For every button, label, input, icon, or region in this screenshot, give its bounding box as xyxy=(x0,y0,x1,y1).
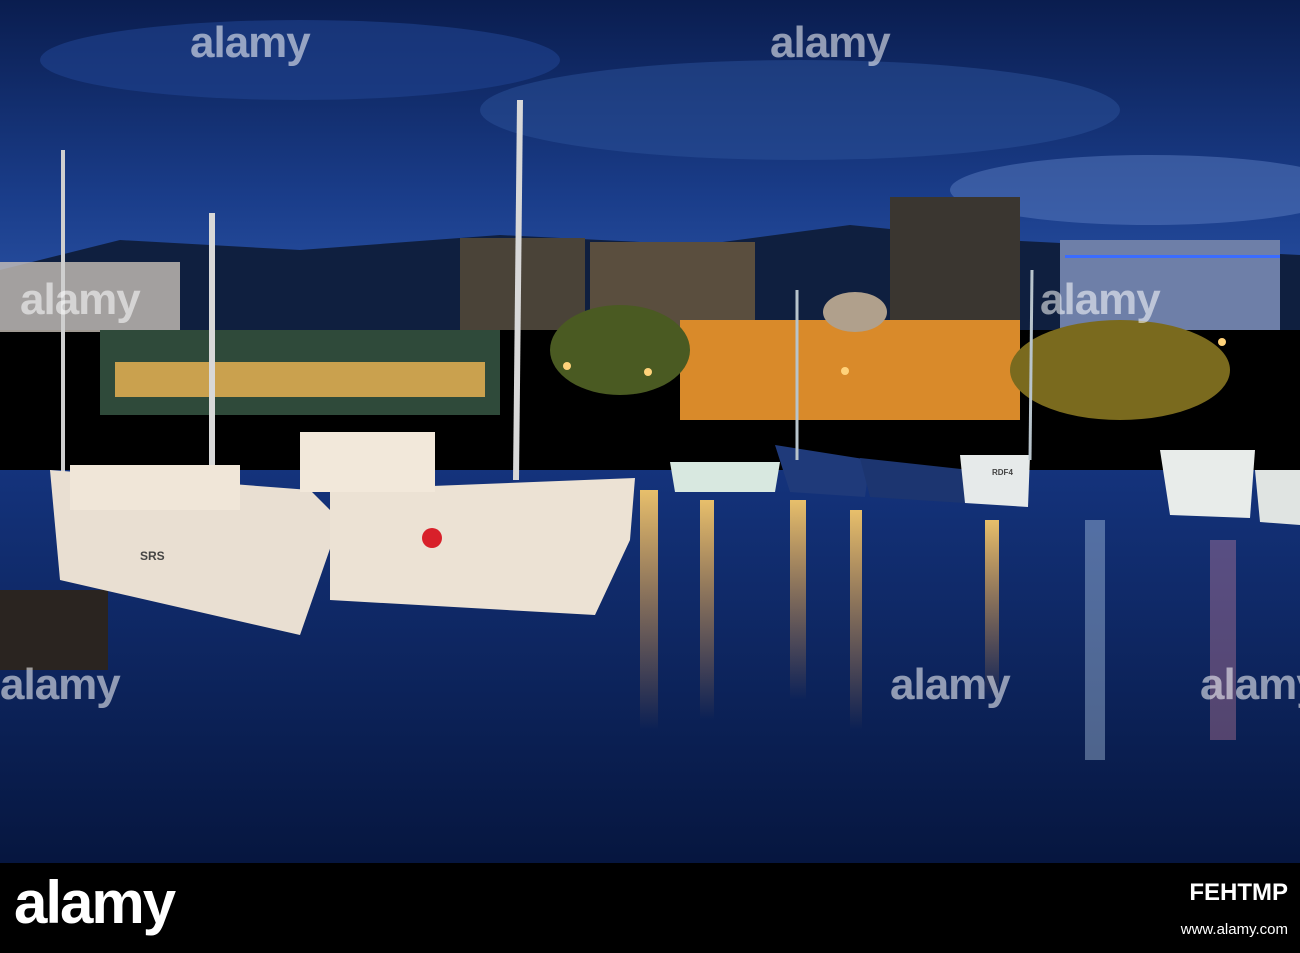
lit-heritage-building xyxy=(680,320,1020,420)
fishing-boat xyxy=(860,458,970,503)
light-reflection xyxy=(700,500,714,720)
footer-bar xyxy=(0,863,1300,953)
image-id: FEHTMP xyxy=(1189,879,1288,906)
fishing-boat xyxy=(1255,470,1300,525)
building-light xyxy=(1065,255,1280,258)
mast xyxy=(1028,269,1034,461)
light-reflection xyxy=(1210,540,1236,740)
brand-logo: alamy xyxy=(14,869,176,936)
buoy xyxy=(422,528,442,548)
street-lamp xyxy=(841,367,849,375)
tower-building xyxy=(890,197,1020,327)
trees xyxy=(550,305,690,395)
lit-windows xyxy=(115,362,485,397)
wheelhouse xyxy=(70,465,240,510)
watermark: alamy xyxy=(770,18,891,67)
watermark: alamy xyxy=(890,660,1011,709)
fishing-boat xyxy=(330,478,635,615)
dome xyxy=(823,292,887,332)
cloud xyxy=(480,60,1120,160)
street-lamp xyxy=(644,368,652,376)
boat-label: RDF4 xyxy=(992,468,1013,477)
mast xyxy=(513,99,523,481)
watermark: alamy xyxy=(1040,275,1161,324)
wheelhouse xyxy=(300,432,435,492)
harbour-photo: SRS RDF4 alamy alamy alamy alamy alamy a… xyxy=(0,0,1300,863)
street-lamp xyxy=(1218,338,1226,346)
fishing-boat xyxy=(1160,450,1255,518)
light-reflection xyxy=(640,490,658,730)
light-reflection xyxy=(850,510,862,730)
trees xyxy=(1010,320,1230,420)
street-lamp xyxy=(563,362,571,370)
wharf xyxy=(0,590,108,670)
fishing-boat xyxy=(775,445,870,497)
watermark: alamy xyxy=(0,660,121,709)
watermark: alamy xyxy=(1200,660,1300,709)
fishing-boat xyxy=(960,455,1030,507)
harbour-scene: SRS RDF4 xyxy=(0,0,1300,863)
boat-label: SRS xyxy=(140,549,165,563)
fishing-boat xyxy=(670,462,780,492)
watermark: alamy xyxy=(20,275,141,324)
light-reflection xyxy=(790,500,806,700)
watermark: alamy xyxy=(190,18,311,67)
office-building xyxy=(460,238,585,330)
site-caption: www.alamy.com xyxy=(1180,921,1288,938)
light-reflection xyxy=(1085,520,1105,760)
